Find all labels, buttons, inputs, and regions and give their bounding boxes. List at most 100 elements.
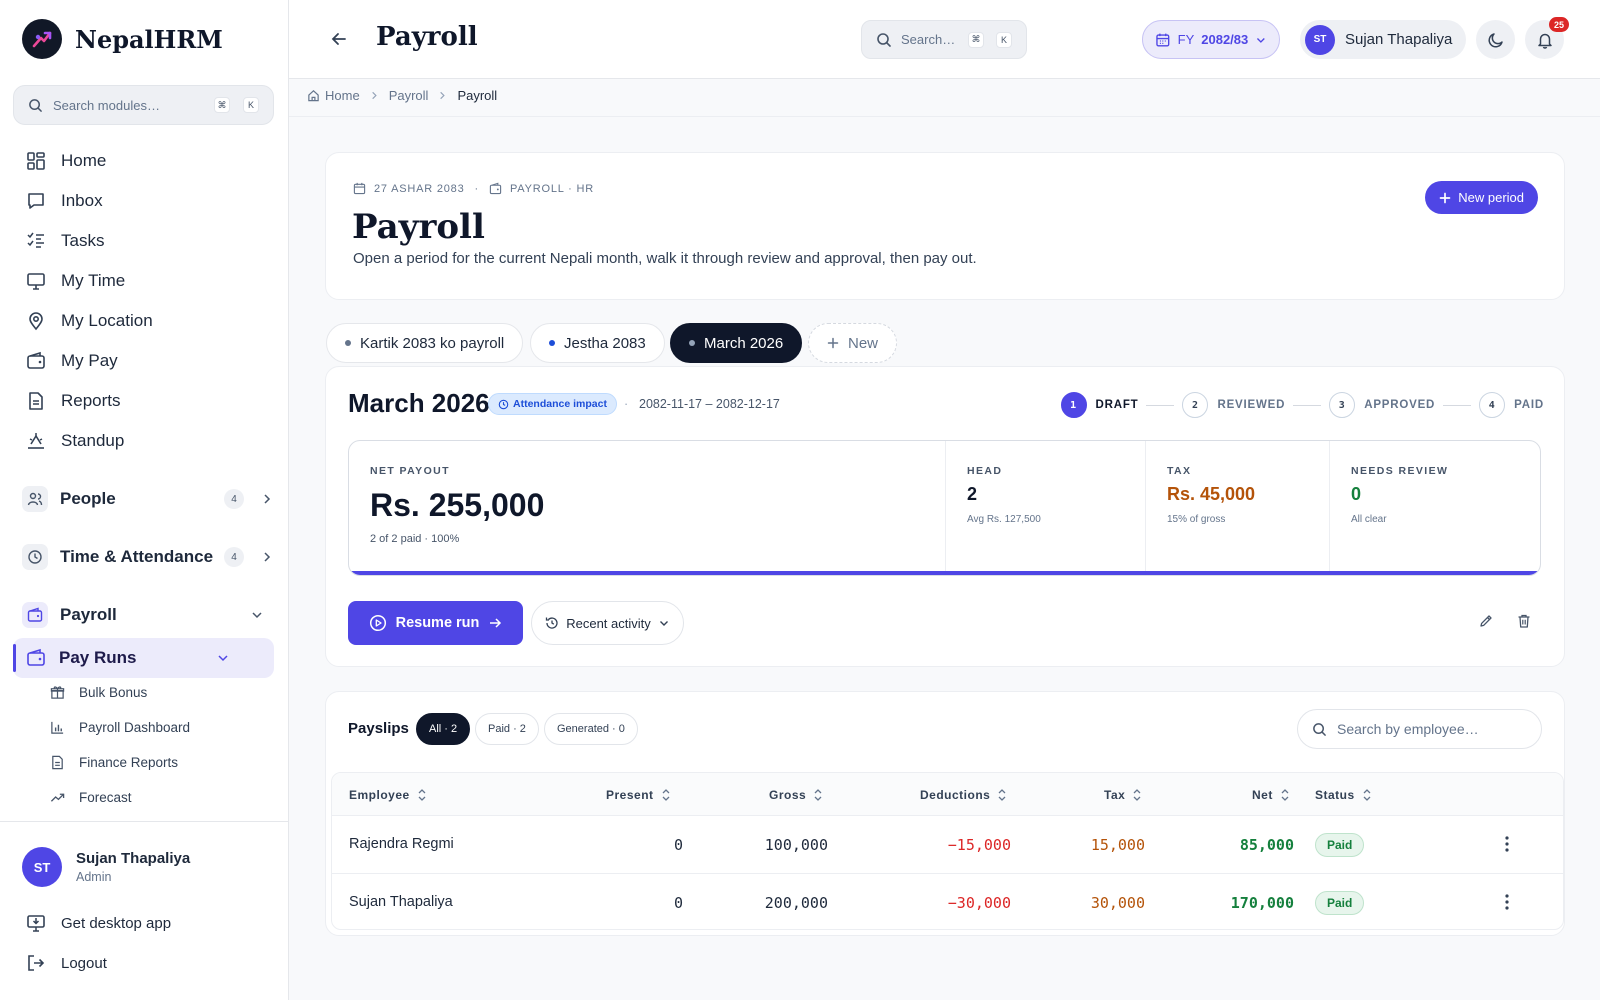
fiscal-year-select[interactable]: FY 2082/83 bbox=[1142, 20, 1280, 59]
arrow-right-icon bbox=[490, 618, 502, 628]
tab-march-2026[interactable]: March 2026 bbox=[670, 323, 803, 363]
nav-item-standup[interactable]: Standup bbox=[25, 430, 124, 452]
theme-toggle-button[interactable] bbox=[1476, 20, 1515, 59]
breadcrumb-section[interactable]: Payroll bbox=[389, 88, 429, 103]
subnav-bulk-bonus[interactable]: Bulk Bonus bbox=[50, 685, 147, 700]
shortcut-key: K bbox=[996, 31, 1012, 48]
chevron-right-icon bbox=[264, 552, 271, 562]
needs-review-value: 0 bbox=[1351, 484, 1362, 504]
nav-group-label: Payroll bbox=[60, 605, 117, 624]
logout-icon bbox=[25, 952, 47, 974]
nav-group-payroll[interactable]: Payroll bbox=[22, 597, 274, 633]
standup-icon bbox=[25, 430, 47, 452]
page-header-card: 27 ASHAR 2083 · PAYROLL · HR Payroll Ope… bbox=[325, 152, 1565, 300]
step-reviewed: 2 REVIEWED bbox=[1182, 392, 1285, 418]
tab-jestha-2083[interactable]: Jestha 2083 bbox=[530, 323, 665, 363]
desktop-app-label: Get desktop app bbox=[61, 914, 172, 932]
nav-group-time-attendance[interactable]: Time & Attendance 4 bbox=[22, 539, 274, 575]
period-date-range: 2082-11-17 – 2082-12-17 bbox=[639, 397, 780, 411]
user-menu[interactable]: ST Sujan Thapaliya bbox=[1300, 20, 1466, 59]
recent-activity-button[interactable]: Recent activity bbox=[531, 601, 684, 645]
recent-activity-label: Recent activity bbox=[566, 615, 651, 631]
filter-chip-all[interactable]: All · 2 bbox=[416, 713, 471, 745]
notifications-button[interactable]: 25 bbox=[1525, 17, 1569, 59]
subnav-forecast[interactable]: Forecast bbox=[50, 790, 132, 805]
nav-item-my-pay[interactable]: My Pay bbox=[25, 350, 118, 372]
step-number: 1 bbox=[1060, 392, 1087, 418]
cell-deductions: −30,000 bbox=[947, 894, 1011, 912]
resume-run-label: Resume run bbox=[395, 615, 480, 631]
column-header-deductions[interactable]: Deductions bbox=[920, 788, 1007, 802]
new-period-label: New period bbox=[1458, 190, 1524, 205]
subnav-payroll-dashboard[interactable]: Payroll Dashboard bbox=[50, 720, 190, 735]
count-badge: 4 bbox=[224, 489, 244, 509]
nav-item-my-time[interactable]: My Time bbox=[25, 270, 125, 292]
nav-label: Home bbox=[61, 151, 107, 170]
nav-item-my-location[interactable]: My Location bbox=[25, 310, 153, 332]
filter-chip-paid[interactable]: Paid · 2 bbox=[475, 713, 539, 745]
plus-icon bbox=[827, 337, 839, 349]
column-header-tax[interactable]: Tax bbox=[1104, 788, 1142, 802]
plus-icon bbox=[1439, 192, 1451, 203]
head-sub: Avg Rs. 127,500 bbox=[967, 514, 1041, 525]
filter-chip-generated[interactable]: Generated · 0 bbox=[544, 713, 638, 745]
badge-label: Attendance impact bbox=[513, 398, 607, 410]
status-dot bbox=[549, 340, 555, 346]
more-vertical-icon[interactable] bbox=[1499, 893, 1515, 911]
resume-run-button[interactable]: Resume run bbox=[348, 601, 523, 645]
cell-present: 0 bbox=[673, 836, 683, 854]
tab-new-period[interactable]: New bbox=[808, 323, 898, 363]
stat-label: TAX bbox=[1167, 465, 1192, 477]
bell-icon bbox=[1537, 33, 1552, 49]
count-badge: 4 bbox=[224, 547, 244, 567]
nav-item-reports[interactable]: Reports bbox=[25, 390, 121, 412]
column-header-gross[interactable]: Gross bbox=[769, 788, 823, 802]
tab-kartik-2083[interactable]: Kartik 2083 ko payroll bbox=[326, 323, 524, 363]
get-desktop-app-link[interactable]: Get desktop app bbox=[25, 912, 171, 934]
step-draft: 1 DRAFT bbox=[1060, 392, 1139, 418]
user-profile[interactable]: ST Sujan Thapaliya Admin bbox=[22, 847, 190, 887]
logout-label: Logout bbox=[61, 954, 107, 972]
wallet-icon bbox=[489, 182, 502, 195]
edit-icon[interactable] bbox=[1478, 613, 1494, 629]
cell-employee: Sujan Thapaliya bbox=[349, 894, 453, 910]
cell-tax: 15,000 bbox=[1090, 836, 1145, 854]
employee-search-input[interactable]: Search by employee… bbox=[1297, 709, 1542, 749]
column-header-status[interactable]: Status bbox=[1315, 788, 1372, 802]
separator: · bbox=[474, 182, 479, 195]
stat-label: HEAD bbox=[967, 465, 1003, 477]
module-search-input[interactable]: Search modules… ⌘ K bbox=[13, 85, 274, 125]
subnav-finance-reports[interactable]: Finance Reports bbox=[50, 755, 178, 770]
more-vertical-icon[interactable] bbox=[1499, 835, 1515, 853]
logout-button[interactable]: Logout bbox=[25, 952, 107, 974]
nav-group-people[interactable]: People 4 bbox=[22, 481, 274, 517]
chevron-right-icon bbox=[264, 494, 271, 504]
new-period-button[interactable]: New period bbox=[1425, 181, 1538, 214]
nav-item-tasks[interactable]: Tasks bbox=[25, 230, 104, 252]
nav-item-inbox[interactable]: Inbox bbox=[25, 190, 103, 212]
table-row[interactable]: Sujan Thapaliya 0 200,000 −30,000 30,000… bbox=[332, 874, 1563, 929]
table-row[interactable]: Rajendra Regmi 0 100,000 −15,000 15,000 … bbox=[332, 816, 1563, 874]
notification-count-badge: 25 bbox=[1549, 17, 1569, 32]
nav-item-home[interactable]: Home bbox=[25, 150, 106, 172]
trash-icon[interactable] bbox=[1516, 613, 1532, 629]
table-header: Employee Present Gross Deductions Tax Ne… bbox=[332, 773, 1563, 816]
column-header-net[interactable]: Net bbox=[1252, 788, 1290, 802]
global-search-input[interactable]: Search… ⌘ K bbox=[861, 20, 1027, 59]
breadcrumb-home[interactable]: Home bbox=[325, 88, 360, 103]
app-logo[interactable]: NepalHRM bbox=[22, 19, 223, 59]
head-stat: HEAD 2 Avg Rs. 127,500 bbox=[945, 441, 1145, 573]
trending-up-icon bbox=[50, 790, 65, 805]
global-search-placeholder: Search… bbox=[901, 32, 956, 47]
back-arrow-icon[interactable] bbox=[329, 29, 349, 49]
nav-label: Inbox bbox=[61, 191, 103, 210]
column-header-employee[interactable]: Employee bbox=[349, 788, 427, 802]
column-label: Employee bbox=[349, 788, 410, 802]
nav-item-pay-runs[interactable]: Pay Runs bbox=[13, 638, 274, 678]
moon-icon bbox=[1487, 32, 1503, 48]
calendar-icon bbox=[353, 182, 366, 195]
shortcut-key: ⌘ bbox=[968, 31, 984, 48]
tax-value: Rs. 45,000 bbox=[1167, 484, 1256, 504]
tab-label: Kartik 2083 ko payroll bbox=[360, 334, 505, 352]
column-header-present[interactable]: Present bbox=[606, 788, 671, 802]
